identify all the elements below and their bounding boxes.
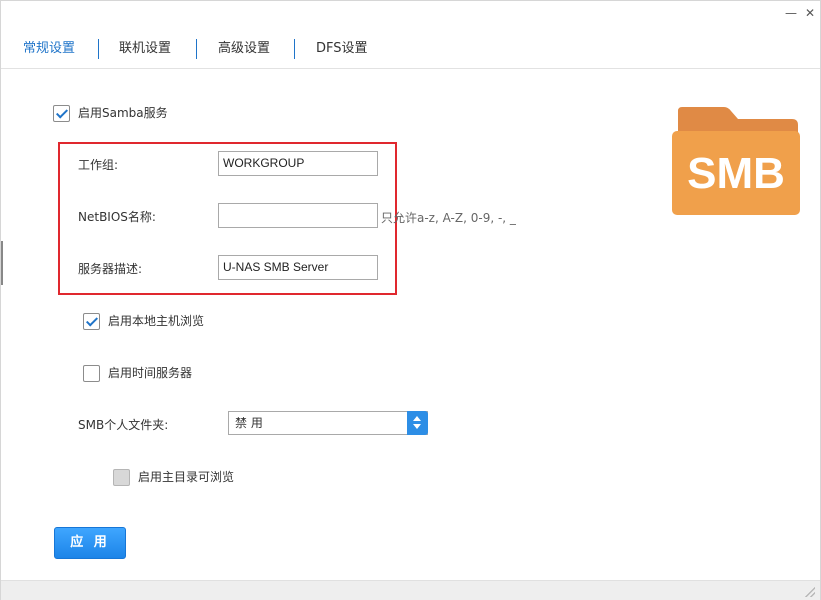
local-browse-checkbox[interactable]	[83, 313, 100, 330]
tab-separator	[196, 39, 197, 59]
tab-separator	[98, 39, 99, 59]
server-description-label: 服务器描述:	[78, 262, 143, 276]
server-description-input[interactable]: U-NAS SMB Server	[218, 255, 378, 280]
tab-bar: 常规设置 联机设置 高级设置 DFS设置	[1, 29, 820, 69]
netbios-name-label: NetBIOS名称:	[78, 210, 156, 224]
netbios-name-input[interactable]	[218, 203, 378, 228]
smb-settings-window: — ✕ 常规设置 联机设置 高级设置 DFS设置 启用Samba服务 工作组: …	[0, 0, 821, 600]
personal-folder-value: 禁 用	[235, 416, 263, 430]
close-icon[interactable]: ✕	[803, 6, 817, 20]
netbios-hint: 只允许a-z, A-Z, 0-9, -, _	[381, 211, 516, 225]
side-handle[interactable]	[1, 241, 3, 285]
minimize-icon[interactable]: —	[784, 6, 798, 20]
select-arrows-icon[interactable]	[407, 411, 428, 435]
personal-folder-label: SMB个人文件夹:	[78, 418, 169, 432]
enable-samba-checkbox[interactable]	[53, 105, 70, 122]
tab-separator	[294, 39, 295, 59]
time-server-label: 启用时间服务器	[108, 366, 193, 380]
enable-samba-label: 启用Samba服务	[78, 106, 168, 120]
home-browse-checkbox[interactable]	[113, 469, 130, 486]
tab-dfs-settings[interactable]: DFS设置	[316, 39, 368, 59]
smb-logo-text: SMB	[687, 149, 785, 198]
tab-online-settings[interactable]: 联机设置	[119, 39, 171, 59]
tab-general-settings[interactable]: 常规设置	[23, 39, 75, 59]
workgroup-input[interactable]: WORKGROUP	[218, 151, 378, 176]
workgroup-label: 工作组:	[78, 158, 119, 172]
status-footer	[1, 580, 820, 600]
title-bar: — ✕	[1, 1, 820, 27]
home-browse-label: 启用主目录可浏览	[138, 470, 235, 484]
resize-grip-icon[interactable]	[805, 587, 815, 597]
personal-folder-select[interactable]: 禁 用	[228, 411, 428, 435]
local-browse-label: 启用本地主机浏览	[108, 314, 205, 328]
time-server-checkbox[interactable]	[83, 365, 100, 382]
apply-button[interactable]: 应 用	[54, 527, 126, 559]
tab-advanced-settings[interactable]: 高级设置	[218, 39, 270, 59]
smb-folder-icon: SMB	[672, 107, 800, 215]
